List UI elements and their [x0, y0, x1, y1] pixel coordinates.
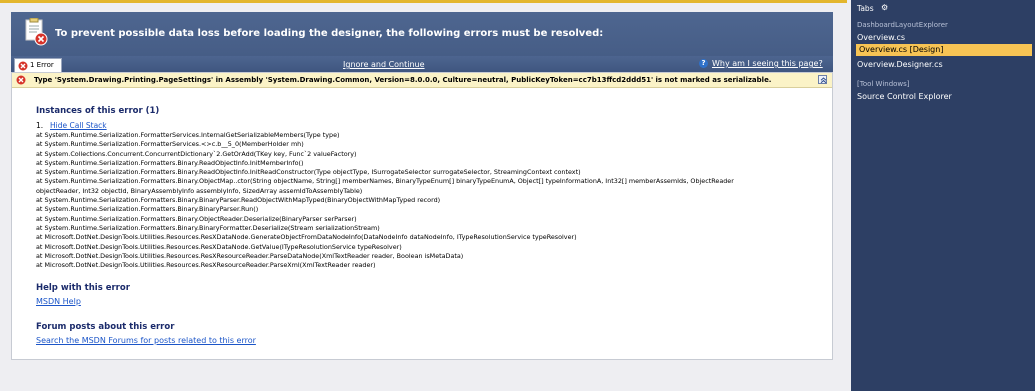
tab-item-overview-design[interactable]: Overview.cs [Design]: [856, 44, 1032, 56]
call-stack-line: at System.Runtime.Serialization.Formatte…: [36, 223, 380, 232]
forum-title: Forum posts about this error: [36, 322, 175, 332]
call-stack-line: at System.Runtime.Serialization.Formatte…: [36, 131, 340, 139]
call-stack-line: at Microsoft.DotNet.DesignTools.Utilitie…: [36, 233, 577, 242]
call-stack-line: at Microsoft.DotNet.DesignTools.Utilitie…: [36, 261, 376, 270]
call-stack-line: at Microsoft.DotNet.DesignTools.Utilitie…: [36, 242, 402, 251]
tabs-panel-header: Tabs ⚙: [851, 3, 1035, 15]
call-stack-line: at System.Runtime.Serialization.Formatte…: [36, 205, 259, 214]
call-stack-line: at System.Runtime.Serialization.Formatte…: [36, 158, 304, 167]
error-icon: [18, 61, 28, 71]
help-question-icon: ?: [699, 59, 708, 68]
tab-item-overview-design-label: Overview.cs [Design]: [859, 45, 944, 54]
msdn-help-link[interactable]: MSDN Help: [36, 297, 81, 306]
call-stack-line: at System.Runtime.Serialization.Formatte…: [36, 214, 357, 223]
call-stack-line: objectReader, Int32 objectId, BinaryAsse…: [36, 186, 363, 195]
call-stack-line: at Microsoft.DotNet.DesignTools.Utilitie…: [36, 251, 464, 260]
why-seeing-page-link[interactable]: Why am I seeing this page?: [712, 59, 823, 68]
error-header: To prevent possible data loss before loa…: [11, 12, 833, 56]
call-stack-line: at System.Collections.Concurrent.Concurr…: [36, 149, 357, 158]
tabs-panel-title: Tabs: [857, 4, 874, 13]
tab-item-source-control-explorer[interactable]: Source Control Explorer: [857, 92, 952, 101]
tabs-panel: Tabs ⚙ DashboardLayoutExplorer Overview.…: [851, 0, 1035, 391]
error-message-bar: Type 'System.Drawing.Printing.PageSettin…: [12, 73, 832, 88]
error-toolbar: 1 Error Ignore and Continue ? Why am I se…: [11, 56, 833, 72]
ignore-and-continue-link[interactable]: Ignore and Continue: [343, 60, 425, 69]
error-icon: [16, 75, 26, 85]
error-details-panel: Type 'System.Drawing.Printing.PageSettin…: [11, 72, 833, 360]
call-stack-line: at System.Runtime.Serialization.Formatte…: [36, 196, 441, 205]
hide-call-stack-link[interactable]: Hide Call Stack: [50, 121, 107, 130]
tab-group-label: [Tool Windows]: [857, 80, 910, 88]
call-stack: at System.Runtime.Serialization.Formatte…: [36, 131, 826, 270]
msdn-forums-link[interactable]: Search the MSDN Forums for posts related…: [36, 336, 256, 345]
collapse-button[interactable]: [818, 75, 827, 84]
tab-item-overview-designer-cs[interactable]: Overview.Designer.cs: [857, 60, 943, 69]
tab-item-overview-cs[interactable]: Overview.cs: [857, 33, 905, 42]
call-stack-line: at System.Runtime.Serialization.Formatte…: [36, 168, 581, 177]
error-header-text: To prevent possible data loss before loa…: [55, 28, 604, 39]
tab-group-label: DashboardLayoutExplorer: [857, 21, 948, 29]
call-stack-line: at System.Runtime.Serialization.Formatte…: [36, 140, 304, 149]
tab-errors-label: 1 Error: [30, 61, 54, 69]
tab-errors[interactable]: 1 Error: [14, 58, 62, 72]
call-stack-line: at System.Runtime.Serialization.Formatte…: [36, 177, 734, 186]
error-message-text: Type 'System.Drawing.Printing.PageSettin…: [34, 76, 772, 84]
chevron-up-icon: [820, 77, 827, 84]
designer-document-error-icon: [25, 18, 48, 46]
instance-number: 1.: [36, 121, 44, 130]
instances-title: Instances of this error (1): [36, 106, 160, 116]
gear-icon[interactable]: ⚙: [881, 3, 888, 12]
why-seeing-page: ? Why am I seeing this page?: [699, 59, 823, 68]
help-title: Help with this error: [36, 283, 130, 293]
